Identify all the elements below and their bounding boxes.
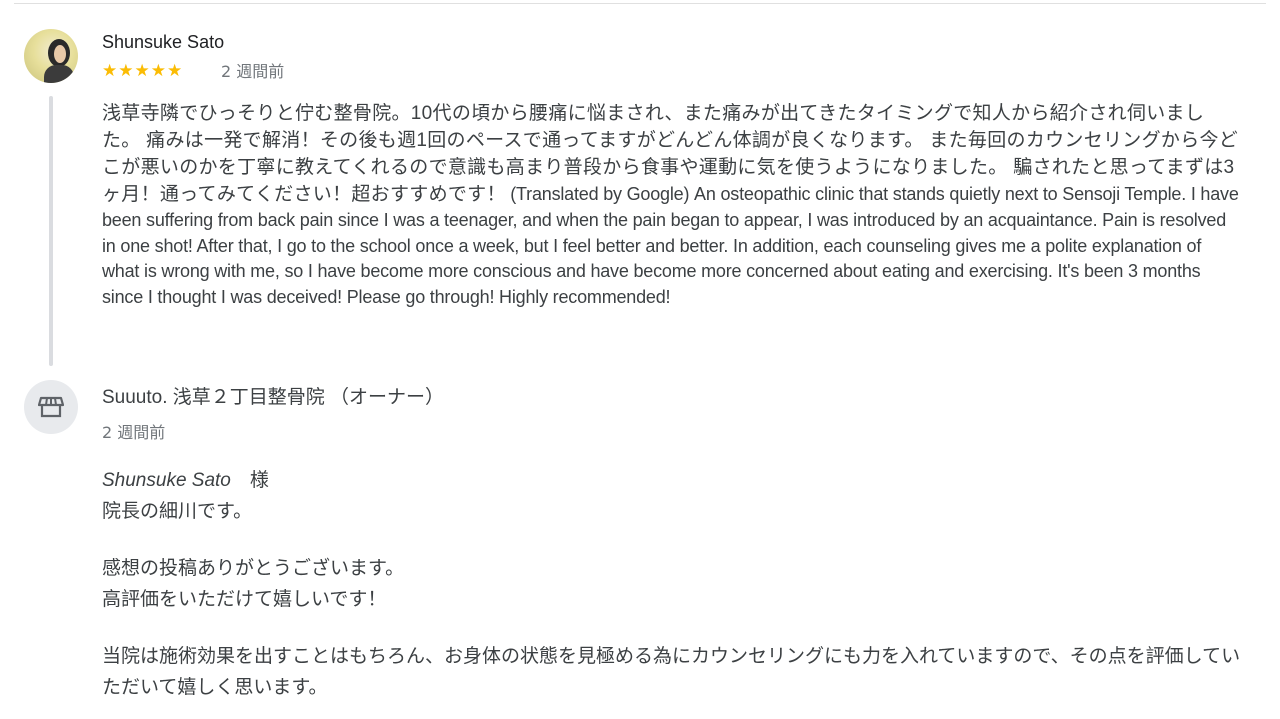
owner-store-icon (24, 380, 78, 434)
review-text: 浅草寺隣でひっそりと佇む整骨院。10代の頃から腰痛に悩まされ、また痛みが出てきた… (102, 100, 1242, 310)
reply-customer-name: Shunsuke Sato (102, 470, 231, 491)
star-rating: ★★★★★ (102, 61, 184, 81)
reply-body: 当院は施術効果を出すことはもちろん、お身体の状態を見極める為にカウンセリングにも… (102, 645, 1241, 698)
reply-greeting: Shunsuke Sato 様 (102, 465, 1242, 496)
reviewer-name[interactable]: Shunsuke Sato (102, 32, 224, 53)
thread-line (49, 96, 53, 366)
owner-reply-date: 2 週間前 (102, 423, 166, 442)
owner-name: Suuuto. 浅草２丁目整骨院 （オーナー） (102, 387, 445, 408)
review-date: 2 週間前 (221, 62, 285, 81)
reply-thanks: 感想の投稿ありがとうございます。 (102, 557, 405, 579)
reviewer-avatar[interactable] (24, 29, 78, 83)
reply-happy: 高評価をいただけて嬉しいです！ (102, 588, 387, 610)
reply-honorific: 様 (249, 469, 269, 491)
top-divider (14, 3, 1266, 4)
owner-reply-text: Shunsuke Sato 様 院長の細川です。 感想の投稿ありがとうございます… (102, 465, 1242, 703)
reply-intro: 院長の細川です。 (102, 500, 253, 522)
